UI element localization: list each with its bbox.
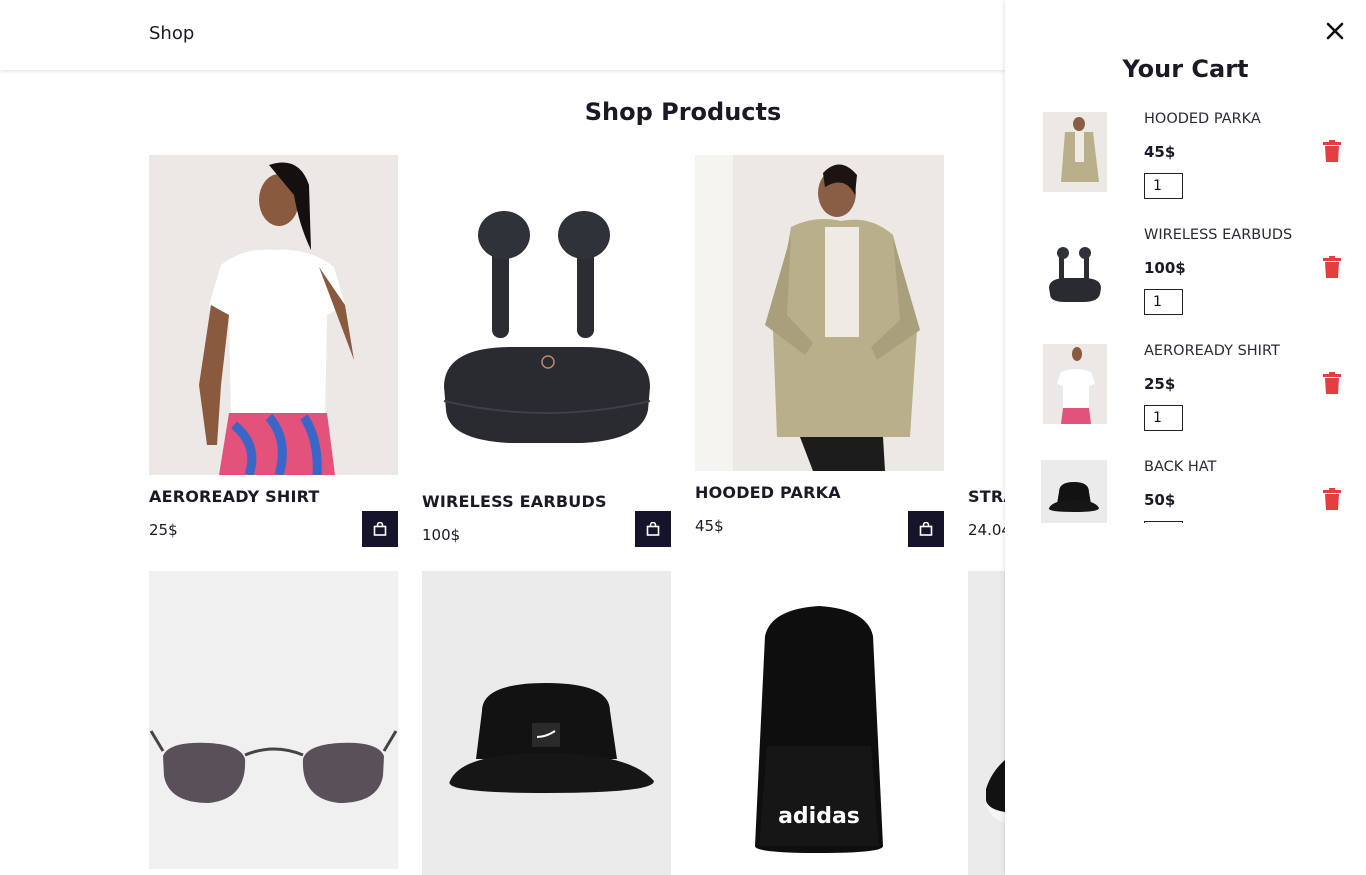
cart-item-price: 25$ [1144,375,1176,393]
remove-item-button[interactable] [1323,256,1341,278]
product-card: HOODED PARKA 45$ [695,155,944,547]
trash-icon [1323,372,1341,394]
cart-item: AEROREADY SHIRT 25$ [1005,332,1366,448]
cart-item-name: BACK HAT [1144,459,1217,475]
cart-item-name: HOODED PARKA [1144,111,1261,127]
shopping-bag-icon [646,522,660,536]
product-price: 45$ [695,517,724,535]
cart-drawer: Your Cart HOODED PARKA 45$ WIRELESS EARB… [1005,0,1366,875]
product-card: AEROREADY SHIRT 25$ [149,155,398,547]
cart-item-name: AEROREADY SHIRT [1144,343,1280,359]
cart-item-thumbnail [1043,344,1107,424]
close-cart-button[interactable] [1322,18,1348,44]
product-name: AEROREADY SHIRT [149,487,320,506]
trash-icon [1323,256,1341,278]
add-to-cart-button[interactable] [635,511,671,547]
trash-icon [1323,140,1341,162]
cart-item-thumbnail [1043,228,1107,308]
quantity-input[interactable] [1144,405,1183,431]
cart-title: Your Cart [1122,55,1249,83]
cart-item-price: 45$ [1144,143,1176,161]
quantity-input[interactable] [1144,173,1183,199]
remove-item-button[interactable] [1323,372,1341,394]
add-to-cart-button[interactable] [908,511,944,547]
remove-item-button[interactable] [1323,488,1341,510]
remove-item-button[interactable] [1323,140,1341,162]
product-card [422,571,671,875]
shopping-bag-icon [919,522,933,536]
product-card: WIRELESS EARBUDS 100$ [422,155,671,547]
add-to-cart-button[interactable] [362,511,398,547]
bucket-hat-image[interactable] [422,571,671,875]
shop-logo-link[interactable]: Shop [149,23,194,44]
quantity-input[interactable] [1144,521,1183,523]
shopping-bag-icon [373,522,387,536]
cart-item: HOODED PARKA 45$ [1005,100,1366,216]
parka-image[interactable] [695,155,944,471]
product-card: adidas [695,571,944,875]
shirt-image[interactable] [149,155,398,475]
earbuds-image[interactable] [422,155,671,480]
cart-item-list[interactable]: HOODED PARKA 45$ WIRELESS EARBUDS 100$ A [1005,100,1366,523]
cart-item: WIRELESS EARBUDS 100$ [1005,216,1366,332]
product-card [149,571,398,869]
quantity-input[interactable] [1144,289,1183,315]
product-price: 25$ [149,521,178,539]
cart-item: BACK HAT 50$ [1005,448,1366,523]
product-price: 100$ [422,526,461,544]
sunglasses-image[interactable] [149,571,398,869]
cart-item-price: 100$ [1144,259,1186,277]
product-name: HOODED PARKA [695,483,841,502]
close-icon [1326,22,1344,40]
cart-item-thumbnail [1041,460,1107,523]
backpack-brand: adidas [778,804,860,829]
cart-item-thumbnail [1043,112,1107,192]
backpack-image[interactable]: adidas [695,571,944,875]
product-name: WIRELESS EARBUDS [422,492,607,511]
cart-item-name: WIRELESS EARBUDS [1144,227,1293,243]
trash-icon [1323,488,1341,510]
cart-item-price: 50$ [1144,491,1176,509]
